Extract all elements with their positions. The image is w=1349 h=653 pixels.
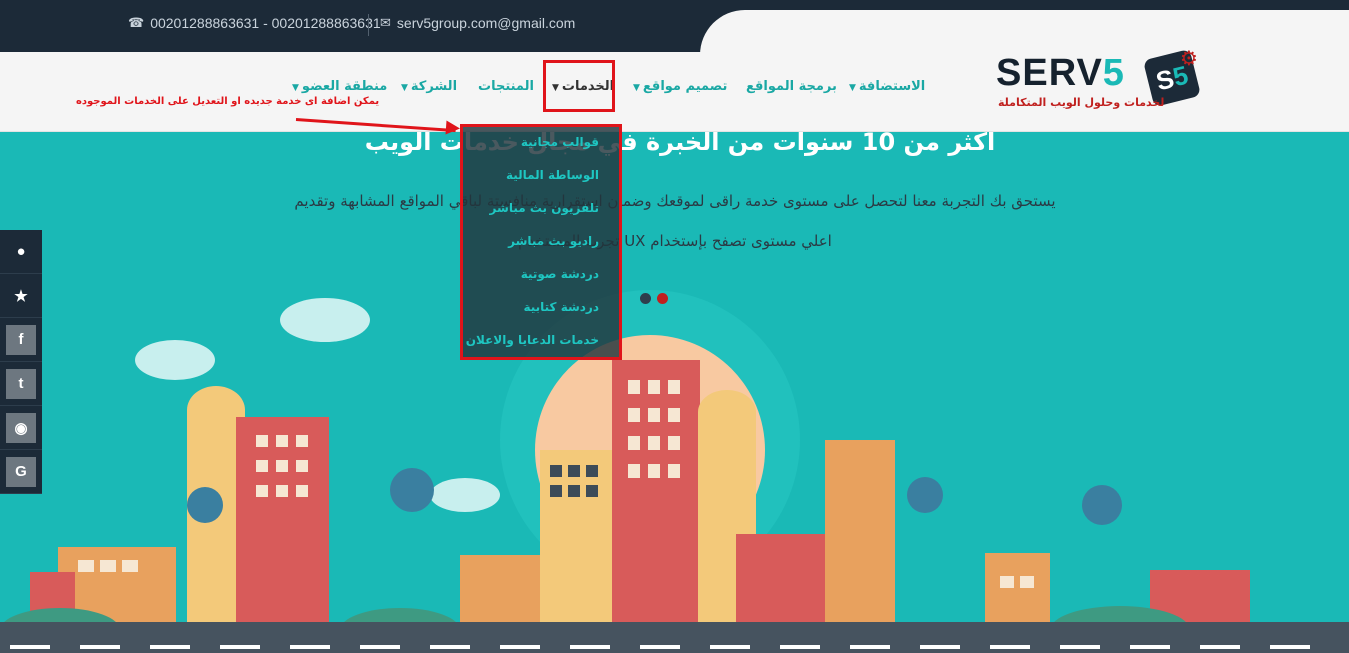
hero-title: أكثر من 10 سنوات من الخبرة في مجال خدمات… bbox=[364, 128, 996, 156]
nav-products[interactable]: المنتجات bbox=[478, 79, 534, 94]
nav-members[interactable]: ▼ منطقة العضو bbox=[292, 79, 387, 94]
dropdown-item[interactable]: تلفزيون بث مباشر bbox=[490, 201, 599, 215]
dropdown-item[interactable]: الوساطة المالية bbox=[506, 168, 599, 182]
annotation-arrow-head bbox=[445, 120, 461, 136]
dropdown-item[interactable]: دردشة كتابية bbox=[523, 300, 599, 314]
google-icon[interactable]: G bbox=[0, 450, 42, 494]
annotation-note: يمكن اضافة اى خدمة جديده او التعديل على … bbox=[76, 96, 380, 107]
caret-down-icon: ▼ bbox=[849, 83, 856, 93]
logo-tagline: لخدمات وحلول الويب المتكاملة bbox=[998, 96, 1165, 109]
caret-down-icon: ▼ bbox=[401, 83, 408, 93]
facebook-icon[interactable]: f bbox=[0, 318, 42, 362]
phone-icon: ☎ bbox=[128, 15, 145, 30]
services-dropdown: قوالب مجانية الوساطة المالية تلفزيون بث … bbox=[460, 124, 622, 360]
slider-dot-active[interactable] bbox=[657, 293, 668, 304]
nav-hosting[interactable]: ▼ الاستضافة bbox=[849, 79, 925, 94]
hero-description-line-1: يستحق بك التجربة معنا لتحصل على مستوى خد… bbox=[294, 192, 1056, 210]
star-icon[interactable]: ★ bbox=[0, 274, 42, 318]
nav-web-design[interactable]: ▼ تصميم مواقع bbox=[633, 79, 727, 94]
logo-wordmark: SERV5 bbox=[996, 52, 1125, 94]
caret-down-icon: ▼ bbox=[292, 83, 299, 93]
hero-description-line-2: اعلي مستوى تصفح بإستخدام UX تجربة المستخ… bbox=[518, 232, 832, 250]
dropdown-item[interactable]: دردشة صوتية bbox=[521, 267, 599, 281]
gear-icon: ⚙ bbox=[1180, 46, 1198, 70]
logo[interactable]: SERV5 S5 ⚙ لخدمات وحلول الويب المتكاملة bbox=[996, 46, 1211, 116]
contact-divider bbox=[368, 14, 369, 36]
twitter-icon[interactable]: t bbox=[0, 362, 42, 406]
dropdown-item[interactable]: قوالب مجانية bbox=[521, 135, 599, 149]
pinterest-icon[interactable]: ◉ bbox=[0, 406, 42, 450]
city-illustration bbox=[0, 290, 1349, 653]
services-highlight-box bbox=[543, 60, 615, 112]
email-address: serv5group.com@gmail.com bbox=[396, 15, 576, 31]
social-sidebar: ● ★ f t ◉ G bbox=[0, 230, 42, 494]
dropdown-item[interactable]: راديو بث مباشر bbox=[508, 234, 599, 248]
dropdown-item[interactable]: خدمات الدعايا والاعلان bbox=[466, 333, 599, 347]
slider-dots bbox=[640, 293, 668, 304]
envelope-icon: ✉ bbox=[380, 15, 391, 30]
contact-email[interactable]: ✉ serv5group.com@gmail.com bbox=[380, 15, 575, 31]
caret-down-icon: ▼ bbox=[633, 83, 640, 93]
nav-web-programming[interactable]: برمجة المواقع bbox=[746, 79, 837, 94]
user-icon[interactable]: ● bbox=[0, 230, 42, 274]
page: { "topbar": { "phone": "00201288863631 -… bbox=[0, 0, 1349, 653]
phone-number: 00201288863631 - 00201288863631 bbox=[150, 15, 381, 31]
slider-dot[interactable] bbox=[640, 293, 651, 304]
nav-company[interactable]: ▼ الشركة bbox=[401, 79, 457, 94]
contact-phone[interactable]: ☎ 00201288863631 - 00201288863631 bbox=[128, 15, 381, 31]
